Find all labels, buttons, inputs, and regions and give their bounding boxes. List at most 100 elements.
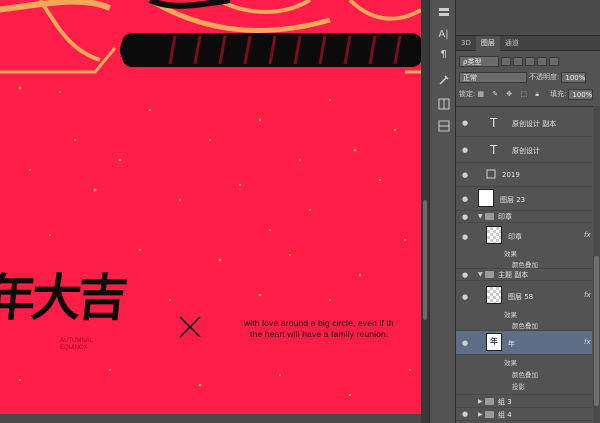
tagline-line-1: with love around a big circle, even if t… xyxy=(244,318,394,328)
expand-triangle-icon[interactable]: ▼ xyxy=(478,271,483,278)
layer-name: 印章 xyxy=(498,213,512,221)
visibility-eye-icon[interactable]: ● xyxy=(459,169,471,181)
opacity-label: 不透明度: xyxy=(529,73,560,81)
tagline-line-2: the heart will have a family reunion. xyxy=(250,329,389,339)
scroll-thumb[interactable] xyxy=(594,256,599,406)
layers-list: ● T 原创设计 副本 ● T 原创设计 ● 2019 ● 图层 23 ● ▼ … xyxy=(456,106,600,423)
layer-row-selected[interactable]: ● 年 年 fx xyxy=(456,331,592,355)
layers-mini-icon[interactable] xyxy=(434,4,453,20)
tagline: with love around a big circle, even if t… xyxy=(244,318,421,340)
layers-scrollbar[interactable] xyxy=(593,106,600,423)
filter-smart-icon[interactable] xyxy=(549,56,559,66)
effects-label: 效果 xyxy=(504,250,517,258)
layer-thumbnail xyxy=(478,189,494,207)
layer-name: 年 xyxy=(508,340,515,348)
filter-row: ρ类型 xyxy=(456,54,600,68)
fx-icon[interactable]: fx xyxy=(584,231,591,239)
filter-pixel-icon[interactable] xyxy=(501,56,511,66)
photoshop-window: 年大吉 AUTUMNAL EQUINOX with love around a … xyxy=(0,0,600,423)
group-row[interactable]: ● ▼ 印章 xyxy=(456,211,592,223)
visibility-eye-icon[interactable]: ● xyxy=(459,117,471,129)
visibility-eye-icon[interactable]: ● xyxy=(459,337,471,349)
filter-text-icon[interactable] xyxy=(525,56,535,66)
season-line-1: AUTUMNAL xyxy=(60,338,94,344)
effect-item[interactable]: 颜色叠加 xyxy=(512,259,538,269)
tab-3d[interactable]: 3D xyxy=(456,36,476,51)
text-layer-icon: T xyxy=(490,116,498,130)
visibility-eye-icon[interactable] xyxy=(459,395,471,407)
artwork-decoration xyxy=(0,0,421,397)
smart-object-icon xyxy=(486,169,496,179)
filter-shape-icon[interactable] xyxy=(537,56,547,66)
document-canvas[interactable]: 年大吉 AUTUMNAL EQUINOX with love around a … xyxy=(0,0,421,423)
blend-mode-dropdown[interactable]: 正常 xyxy=(459,71,527,83)
visibility-eye-icon[interactable]: ● xyxy=(459,231,471,243)
panel-tool-strip: A| ¶ xyxy=(429,0,456,423)
layer-row[interactable]: ● 2019 xyxy=(456,163,592,187)
collapse-triangle-icon[interactable]: ▶ xyxy=(478,411,483,418)
cross-mark-icon xyxy=(179,316,201,338)
layer-thumbnail: 年 xyxy=(486,333,502,351)
filter-adjust-icon[interactable] xyxy=(513,56,523,66)
fx-icon[interactable]: fx xyxy=(584,338,591,346)
collapse-triangle-icon[interactable]: ▶ xyxy=(478,398,483,405)
lock-row: 锁定: ▦ ✎ ✥ ⬚ 🔒︎ 填充: 100% xyxy=(456,87,600,101)
tab-channels[interactable]: 通道 xyxy=(500,36,524,51)
layer-name: 图层 58 xyxy=(508,293,534,301)
paragraph-panel-icon[interactable]: ¶ xyxy=(434,46,453,62)
layer-name: 主题 副本 xyxy=(498,271,529,279)
season-line-2: EQUINOX xyxy=(60,345,88,351)
layer-name: 原创设计 副本 xyxy=(512,120,557,128)
calligraphy-headline: 年大吉 xyxy=(0,258,145,348)
group-row[interactable]: ▶ 组 3 xyxy=(456,395,592,408)
layer-name: 图层 23 xyxy=(500,196,526,204)
adjust-icon[interactable] xyxy=(434,96,453,112)
folder-icon xyxy=(485,411,494,418)
tools-icon[interactable] xyxy=(434,72,453,88)
layer-thumbnail xyxy=(486,226,502,244)
folder-icon xyxy=(485,398,494,405)
effects-label: 效果 xyxy=(504,359,517,367)
visibility-eye-icon[interactable]: ● xyxy=(459,269,471,281)
effect-item[interactable]: 投影 xyxy=(512,381,525,391)
fill-input[interactable]: 100% xyxy=(568,88,594,100)
layer-name: 组 3 xyxy=(498,398,512,406)
effects-list: 效果 颜色叠加 投影 xyxy=(456,355,592,395)
expand-triangle-icon[interactable]: ▼ xyxy=(478,213,483,220)
layer-row[interactable]: ● T 原创设计 副本 xyxy=(456,109,592,137)
layer-row[interactable]: ● 图层 58 fx 效果 颜色叠加 xyxy=(456,281,592,331)
canvas-bottom-bar xyxy=(0,414,421,423)
layer-name: 2019 xyxy=(502,171,520,179)
panel-header xyxy=(456,0,600,36)
visibility-eye-icon[interactable]: ● xyxy=(459,211,471,223)
tab-layers[interactable]: 图层 xyxy=(475,36,500,51)
grid-icon[interactable] xyxy=(434,118,453,134)
layer-row[interactable]: ● 印章 fx 效果 颜色叠加 xyxy=(456,223,592,269)
effect-item[interactable]: 颜色叠加 xyxy=(512,369,538,379)
lock-icons[interactable]: ▦ ✎ ✥ ⬚ 🔒︎ xyxy=(477,90,542,99)
canvas-vertical-scrollbar[interactable] xyxy=(421,0,429,423)
layer-name: 组 4 xyxy=(498,411,512,419)
layer-row[interactable]: ● 图层 23 xyxy=(456,187,592,211)
folder-icon xyxy=(485,213,494,220)
layer-name: 原创设计 xyxy=(512,147,540,155)
lock-label: 锁定: xyxy=(459,90,476,98)
visibility-eye-icon[interactable]: ● xyxy=(459,144,471,156)
visibility-eye-icon[interactable]: ● xyxy=(459,291,471,303)
blend-row: 正常 不透明度: 100% xyxy=(456,70,600,84)
effect-item[interactable]: 颜色叠加 xyxy=(512,320,538,330)
visibility-eye-icon[interactable]: ● xyxy=(459,408,471,420)
layer-row[interactable]: ● T 原创设计 xyxy=(456,137,592,163)
group-row[interactable]: ● ▶ 组 4 xyxy=(456,408,592,421)
opacity-input[interactable]: 100% xyxy=(561,71,587,83)
scroll-thumb[interactable] xyxy=(423,200,427,320)
text-layer-icon: T xyxy=(490,143,498,157)
character-panel-icon[interactable]: A| xyxy=(434,26,453,42)
visibility-eye-icon[interactable]: ● xyxy=(459,193,471,205)
group-row[interactable]: ● ▼ 主题 副本 xyxy=(456,269,592,281)
layer-thumbnail xyxy=(486,286,502,304)
layer-filter-dropdown[interactable]: ρ类型 xyxy=(459,55,499,67)
fx-icon[interactable]: fx xyxy=(584,291,591,299)
layers-panel: 3D 图层 通道 ρ类型 正常 不透明度: 100% 锁定: ▦ ✎ ✥ ⬚ 🔒… xyxy=(456,0,600,423)
folder-icon xyxy=(485,271,494,278)
